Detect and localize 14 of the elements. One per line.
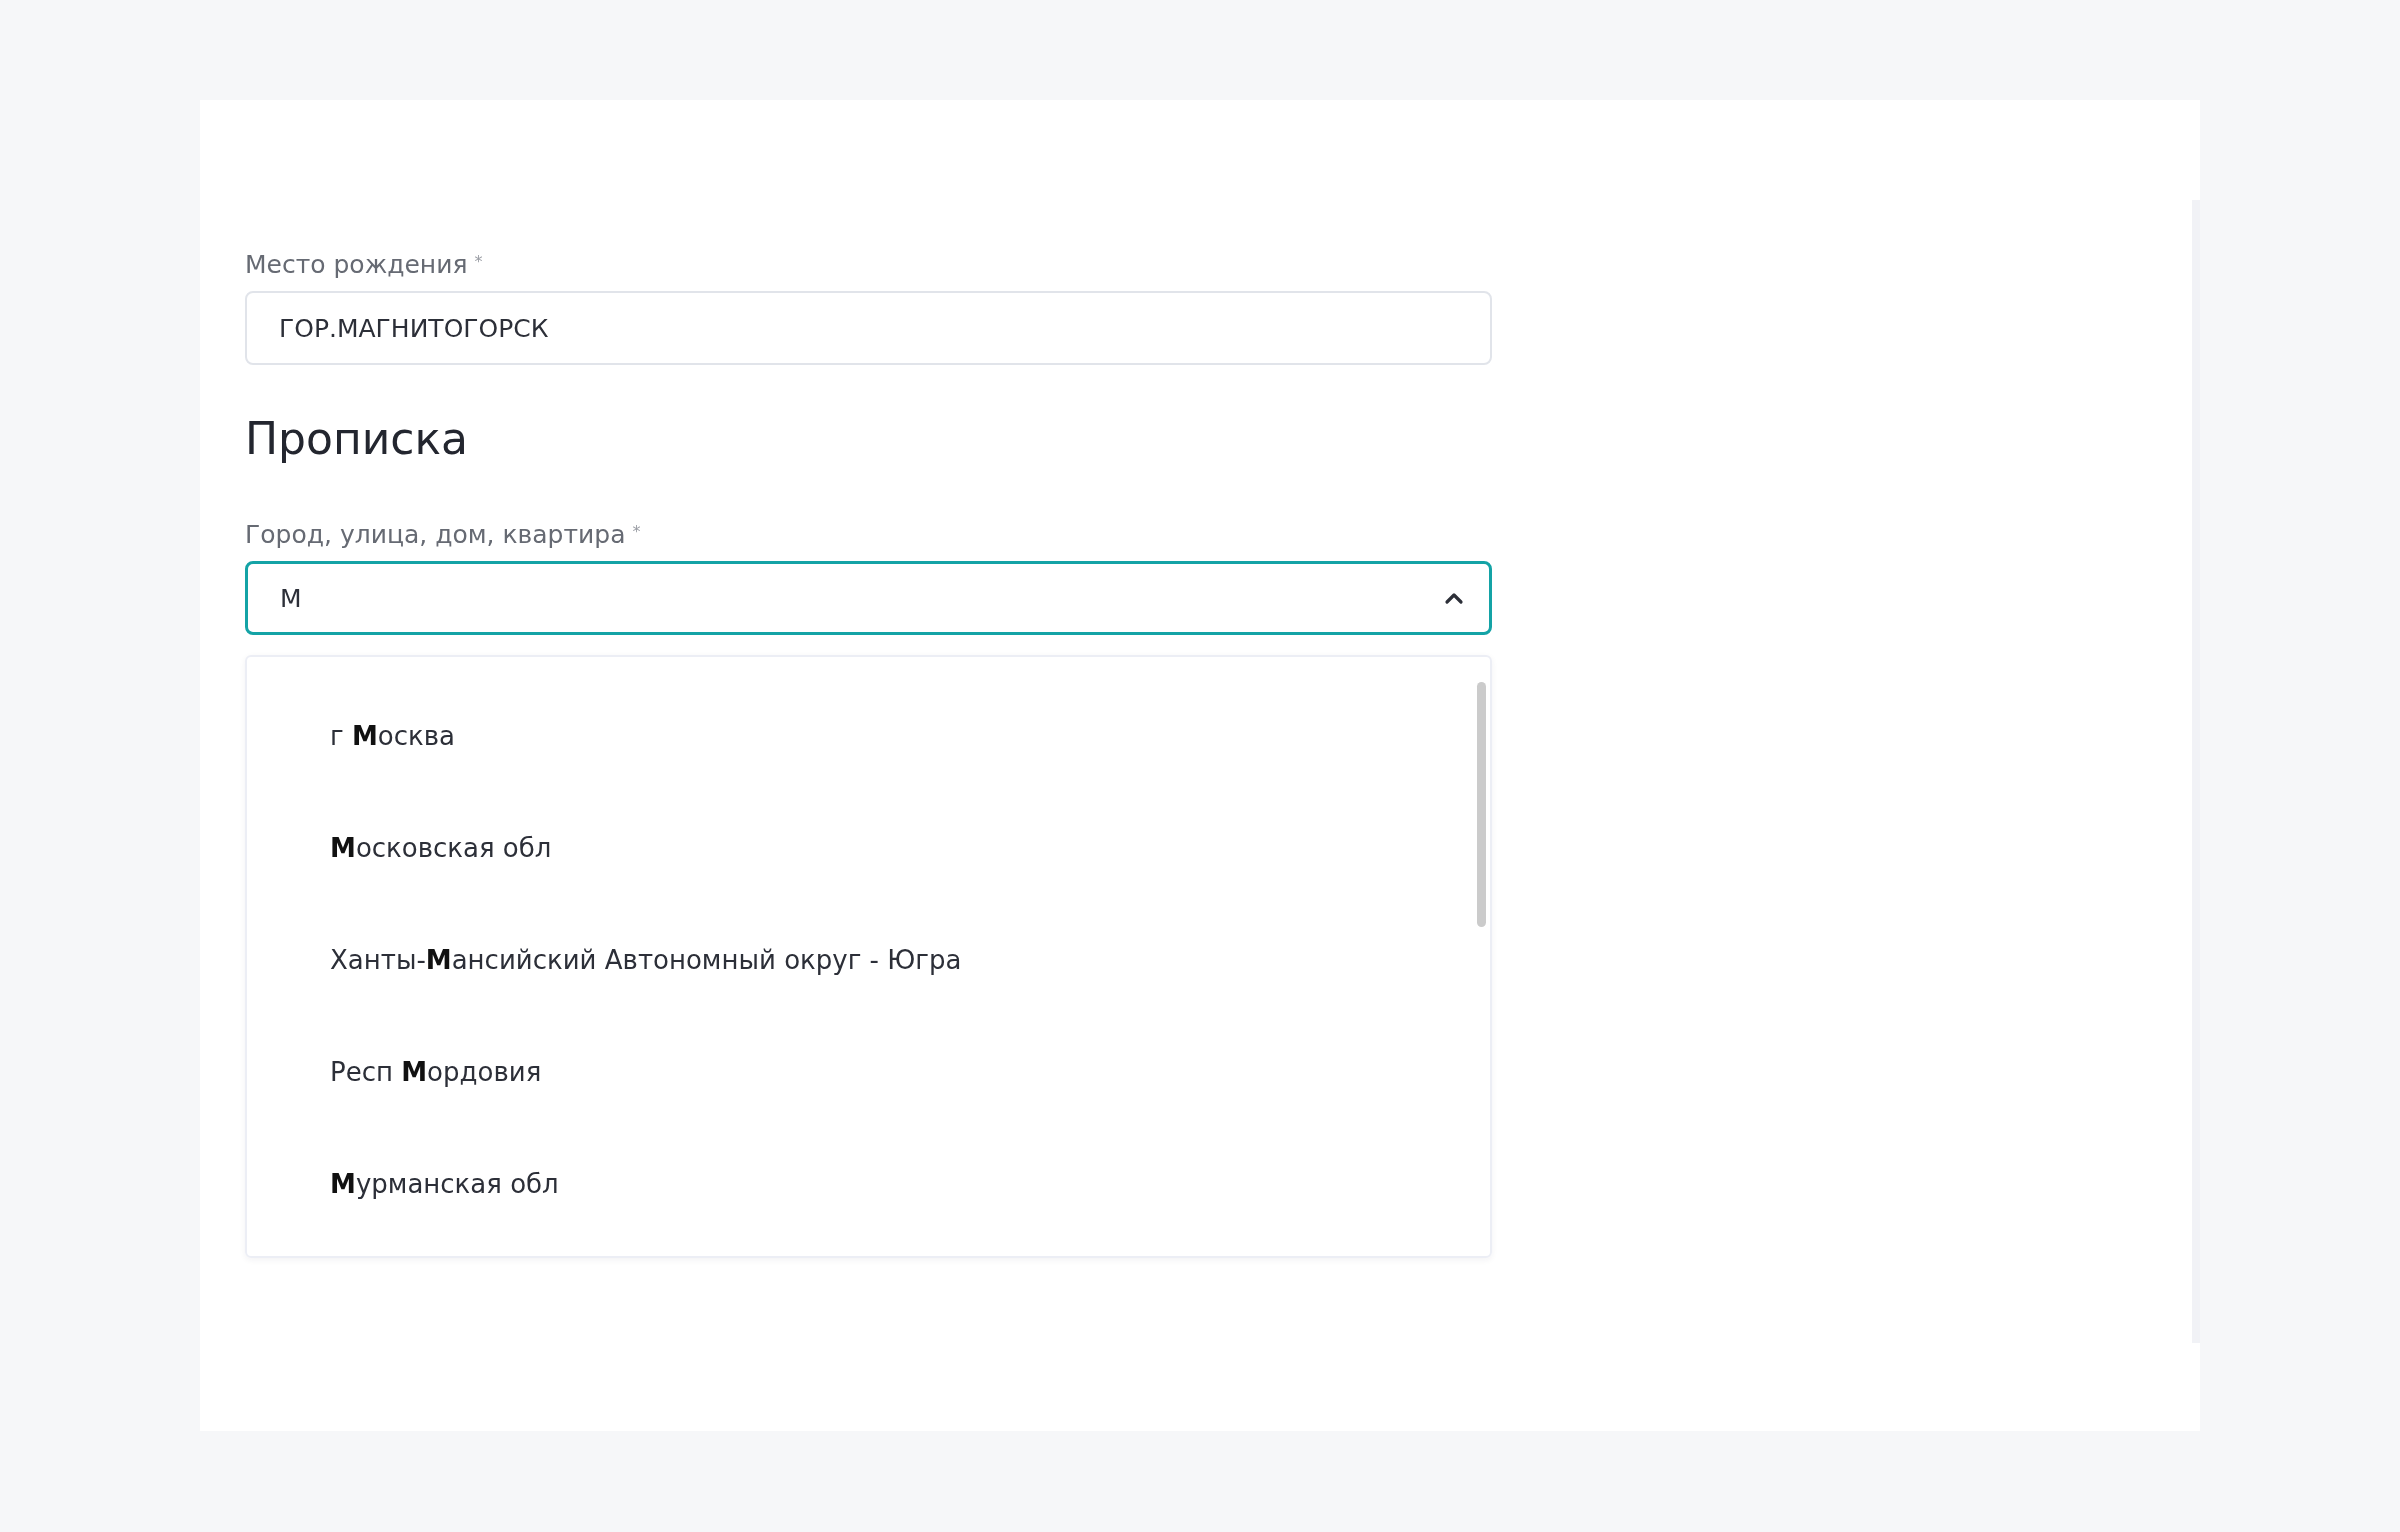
suggestion-option[interactable]: Московская обл xyxy=(247,792,1490,904)
section-heading: Прописка xyxy=(245,413,470,464)
suggestion-option[interactable]: Ханты-Мансийский Автономный округ - Югра xyxy=(247,904,1490,1016)
chevron-up-icon[interactable] xyxy=(1444,591,1464,605)
suggestion-option[interactable]: г Москва xyxy=(247,680,1490,792)
field-label: Место рождения xyxy=(245,250,468,279)
suggestion-option[interactable]: Респ Мордовия xyxy=(247,1016,1490,1128)
scrollbar-thumb[interactable] xyxy=(1477,682,1486,927)
required-mark: * xyxy=(632,521,641,541)
suggestion-option[interactable]: Мурманская обл xyxy=(247,1128,1490,1240)
field-label: Город, улица, дом, квартира xyxy=(245,520,626,549)
required-mark: * xyxy=(474,251,483,271)
birthplace-field[interactable]: ГОР.МАГНИТОГОРСК xyxy=(245,291,1492,365)
address-field[interactable]: М xyxy=(245,561,1492,635)
